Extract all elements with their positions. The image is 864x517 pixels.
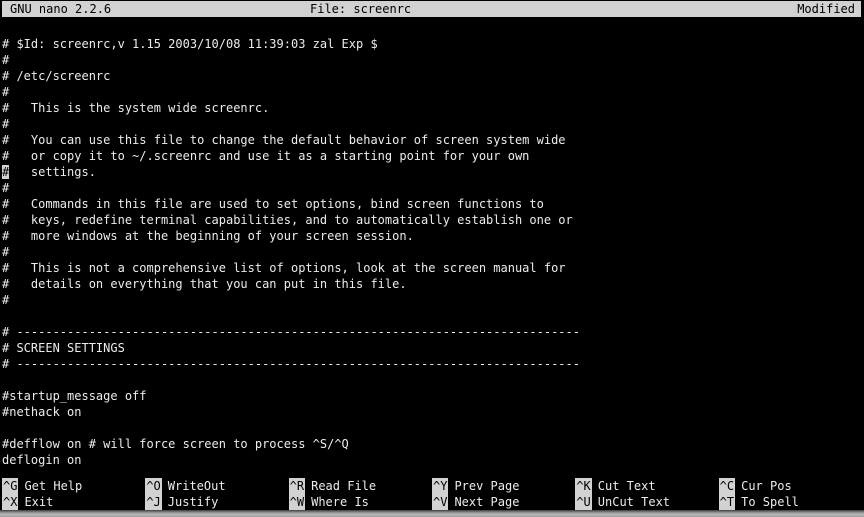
shortcut-cur-pos[interactable]: ^C Cur Pos — [719, 478, 862, 494]
shortcut-label: Where Is — [311, 495, 369, 509]
keycap: ^G — [2, 478, 18, 494]
keycap: ^Y — [432, 478, 448, 494]
shortcut-label: Cur Pos — [741, 479, 792, 493]
shortcut-label: To Spell — [741, 495, 799, 509]
editor-line: # settings. — [2, 164, 864, 180]
window-bottom-edge — [0, 510, 864, 517]
editor-line: #startup_message off — [2, 388, 864, 404]
shortcut-label: Justify — [168, 495, 219, 509]
editor-line: # — [2, 180, 864, 196]
shortcut-cut-text[interactable]: ^K Cut Text — [575, 478, 718, 494]
editor-line: # $Id: screenrc,v 1.15 2003/10/08 11:39:… — [2, 36, 864, 52]
editor-line: # — [2, 292, 864, 308]
editor-line: #defflow on # will force screen to proce… — [2, 436, 864, 452]
editor-line: # or copy it to ~/.screenrc and use it a… — [2, 148, 864, 164]
keycap: ^C — [719, 478, 735, 494]
editor-line: # SCREEN SETTINGS — [2, 340, 864, 356]
shortcut-label: Get Help — [24, 479, 82, 493]
editor-line: # This is the system wide screenrc. — [2, 100, 864, 116]
shortcut-label: Cut Text — [598, 479, 656, 493]
editor-line: # more windows at the beginning of your … — [2, 228, 864, 244]
shortcut-get-help[interactable]: ^G Get Help — [2, 478, 145, 494]
editor-line: # You can use this file to change the de… — [2, 132, 864, 148]
shortcut-prev-page[interactable]: ^Y Prev Page — [432, 478, 575, 494]
shortcut-bar: ^G Get Help ^O WriteOut ^R Read File ^Y Prev Pa… — [2, 478, 862, 510]
shortcut-label: Prev Page — [454, 479, 519, 493]
shortcut-uncut-text[interactable]: ^U UnCut Text — [575, 494, 718, 510]
shortcut-justify[interactable]: ^J Justify — [145, 494, 288, 510]
keycap: ^J — [145, 494, 161, 510]
shortcut-label: Next Page — [454, 495, 519, 509]
editor-line: #nethack on — [2, 404, 864, 420]
nano-title-bar: GNU nano 2.2.6 File: screenrc Modified — [2, 1, 861, 17]
keycap: ^W — [289, 494, 305, 510]
shortcut-read-file[interactable]: ^R Read File — [289, 478, 432, 494]
editor-line: # — [2, 52, 864, 68]
shortcut-label: Exit — [24, 495, 53, 509]
editor-line: # --------------------------------------… — [2, 324, 864, 340]
editor-line: # — [2, 244, 864, 260]
keycap: ^V — [432, 494, 448, 510]
editor-line: # — [2, 84, 864, 100]
editor-line: # Commands in this file are used to set … — [2, 196, 864, 212]
shortcut-next-page[interactable]: ^V Next Page — [432, 494, 575, 510]
shortcut-to-spell[interactable]: ^T To Spell — [719, 494, 862, 510]
shortcut-writeout[interactable]: ^O WriteOut — [145, 478, 288, 494]
shortcut-exit[interactable]: ^X Exit — [2, 494, 145, 510]
modified-status-badge: Modified — [797, 1, 855, 17]
keycap: ^O — [145, 478, 161, 494]
editor-line — [2, 308, 864, 324]
editor-line: # --------------------------------------… — [2, 356, 864, 372]
terminal-window[interactable]: GNU nano 2.2.6 File: screenrc Modified #… — [0, 0, 864, 517]
editor-line — [2, 420, 864, 436]
editor-line: # — [2, 116, 864, 132]
keycap: ^U — [575, 494, 591, 510]
editor-line: # /etc/screenrc — [2, 68, 864, 84]
keycap: ^T — [719, 494, 735, 510]
shortcut-label: WriteOut — [168, 479, 226, 493]
shortcut-label: UnCut Text — [598, 495, 670, 509]
shortcut-where-is[interactable]: ^W Where Is — [289, 494, 432, 510]
shortcut-label: Read File — [311, 479, 376, 493]
keycap: ^X — [2, 494, 18, 510]
keycap: ^K — [575, 478, 591, 494]
file-name-label: File: screenrc — [310, 1, 411, 17]
editor-line — [2, 372, 864, 388]
editor-line: # keys, redefine terminal capabilities, … — [2, 212, 864, 228]
editor-area[interactable]: # $Id: screenrc,v 1.15 2003/10/08 11:39:… — [2, 36, 864, 468]
editor-line: # This is not a comprehensive list of op… — [2, 260, 864, 276]
editor-line: deflogin on — [2, 452, 864, 468]
keycap: ^R — [289, 478, 305, 494]
app-version-label: GNU nano 2.2.6 — [10, 1, 111, 17]
editor-line: # details on everything that you can put… — [2, 276, 864, 292]
cursor-block: # — [2, 165, 9, 179]
